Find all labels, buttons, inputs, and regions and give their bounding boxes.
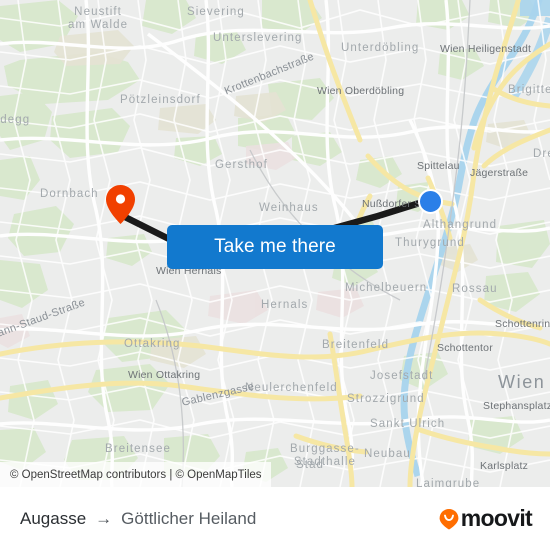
moovit-route-map-screenshot: Neustift am Walde Sievering Unterslevering U… xyxy=(0,0,550,550)
destination-marker-dot[interactable] xyxy=(418,189,443,214)
moovit-pin-icon xyxy=(439,508,459,529)
destination-station-name: Göttlicher Heiland xyxy=(121,508,257,528)
map-pin-icon xyxy=(106,185,135,224)
arrow-right-icon: → xyxy=(95,508,113,528)
take-me-there-button[interactable]: Take me there xyxy=(167,225,383,269)
origin-marker-pin[interactable] xyxy=(106,185,135,224)
route-summary: Augasse → Göttlicher Heiland xyxy=(20,509,256,529)
map-attribution[interactable]: © OpenStreetMap contributors | © OpenMap… xyxy=(0,462,271,487)
moovit-logo[interactable]: moovit xyxy=(438,505,533,532)
origin-station-name: Augasse xyxy=(20,508,87,528)
moovit-wordmark: moovit xyxy=(460,505,533,531)
footer-bar: Augasse → Göttlicher Heiland moovit xyxy=(0,487,550,550)
map-canvas[interactable]: Neustift am Walde Sievering Unterslevering U… xyxy=(0,0,550,487)
